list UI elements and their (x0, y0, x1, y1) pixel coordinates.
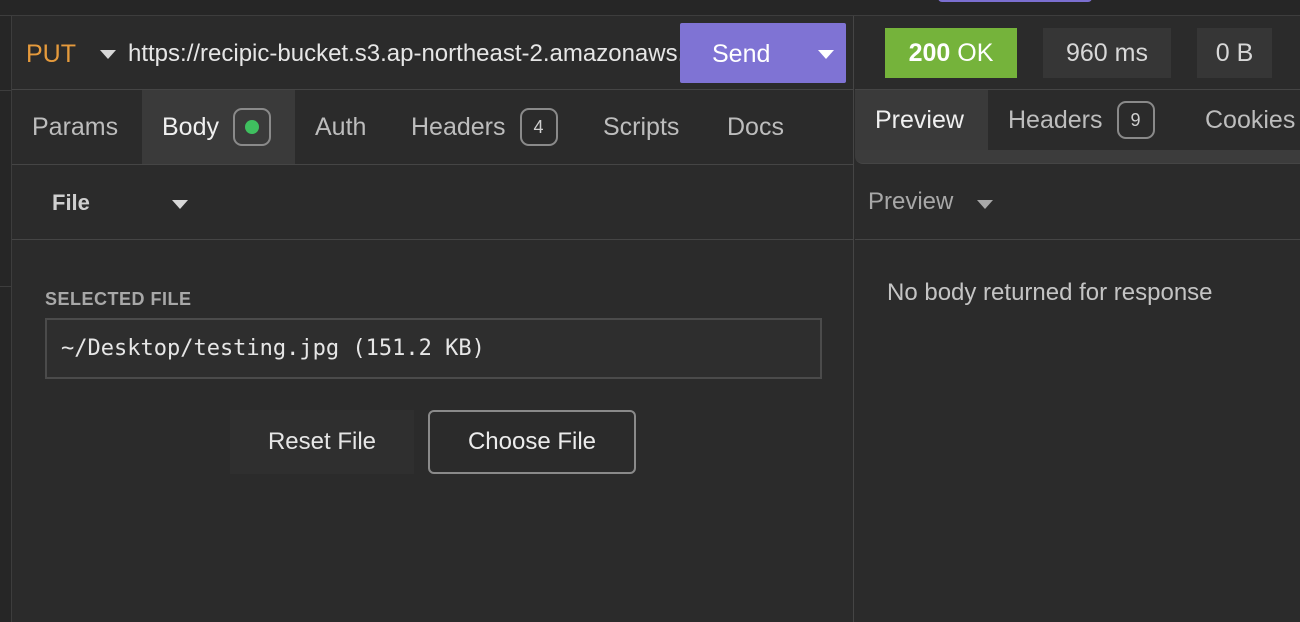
url-input[interactable]: https://recipic-bucket.s3.ap-northeast-2… (128, 40, 680, 68)
request-tabs: Params Body Auth Headers 4 Scripts Docs (12, 90, 854, 165)
tab-label: Headers (411, 112, 506, 141)
send-button-label: Send (712, 40, 771, 68)
chevron-down-icon[interactable] (977, 200, 993, 209)
tab-auth[interactable]: Auth (295, 90, 391, 164)
edge-divider (0, 90, 12, 91)
body-type-selector[interactable]: File (12, 165, 854, 240)
response-status-bar: 200 OK 960 ms 0 B (855, 16, 1300, 90)
edge-divider (0, 286, 12, 287)
top-strip (0, 0, 1300, 16)
body-type-label: File (52, 190, 90, 215)
method-selector[interactable]: PUT (26, 40, 76, 69)
headers-count-badge: 4 (519, 108, 558, 146)
response-pane: 200 OK 960 ms 0 B Preview Headers 9 Cook… (855, 16, 1300, 622)
tab-label: Params (32, 112, 119, 141)
preview-mode-label: Preview (868, 188, 954, 215)
status-dot-icon (244, 120, 259, 134)
response-headers-count-badge: 9 (1116, 101, 1155, 139)
selected-file-value: ~/Desktop/testing.jpg (151.2 KB) (61, 336, 485, 361)
tab-label: Docs (727, 112, 784, 141)
response-time-badge: 960 ms (1043, 28, 1171, 78)
tab-label: Auth (315, 112, 367, 141)
reset-file-button[interactable]: Reset File (230, 410, 414, 474)
empty-response-message: No body returned for response (887, 279, 1213, 306)
request-pane: PUT https://recipic-bucket.s3.ap-northea… (12, 16, 854, 622)
response-tabs: Preview Headers 9 Cookies (855, 90, 1300, 150)
chevron-down-icon[interactable] (172, 200, 188, 209)
url-bar: PUT https://recipic-bucket.s3.ap-northea… (12, 16, 854, 90)
response-size-badge: 0 B (1197, 28, 1272, 78)
choose-file-button[interactable]: Choose File (428, 410, 636, 474)
tab-label: Headers (1008, 105, 1103, 134)
body-status-badge (232, 108, 271, 146)
tab-label: Scripts (603, 112, 680, 141)
preview-mode-selector[interactable]: Preview (855, 165, 1300, 240)
tab-label: Body (162, 112, 219, 141)
tab-scripts[interactable]: Scripts (583, 90, 699, 164)
tab-preview[interactable]: Preview (855, 90, 988, 150)
tab-label: Preview (875, 105, 964, 134)
tab-params[interactable]: Params (12, 90, 142, 164)
tab-body[interactable]: Body (142, 90, 295, 164)
status-badge: 200 OK (885, 28, 1017, 78)
chevron-down-icon[interactable] (818, 50, 834, 59)
status-code: 200 (908, 38, 951, 67)
send-button[interactable]: Send (680, 23, 846, 83)
tab-docs[interactable]: Docs (707, 90, 807, 164)
tab-cookies[interactable]: Cookies (1185, 90, 1300, 150)
tab-response-headers[interactable]: Headers 9 (988, 90, 1184, 150)
status-text: OK (957, 38, 994, 67)
tab-label: Cookies (1205, 105, 1296, 134)
top-pill (938, 0, 1092, 2)
chevron-down-icon[interactable] (100, 50, 116, 59)
tab-headers[interactable]: Headers 4 (391, 90, 581, 164)
tabs-scrollbar[interactable] (855, 150, 1300, 164)
left-edge-panel (0, 16, 12, 622)
selected-file-heading: SELECTED FILE (45, 289, 192, 309)
selected-file-field: ~/Desktop/testing.jpg (151.2 KB) (45, 318, 822, 379)
